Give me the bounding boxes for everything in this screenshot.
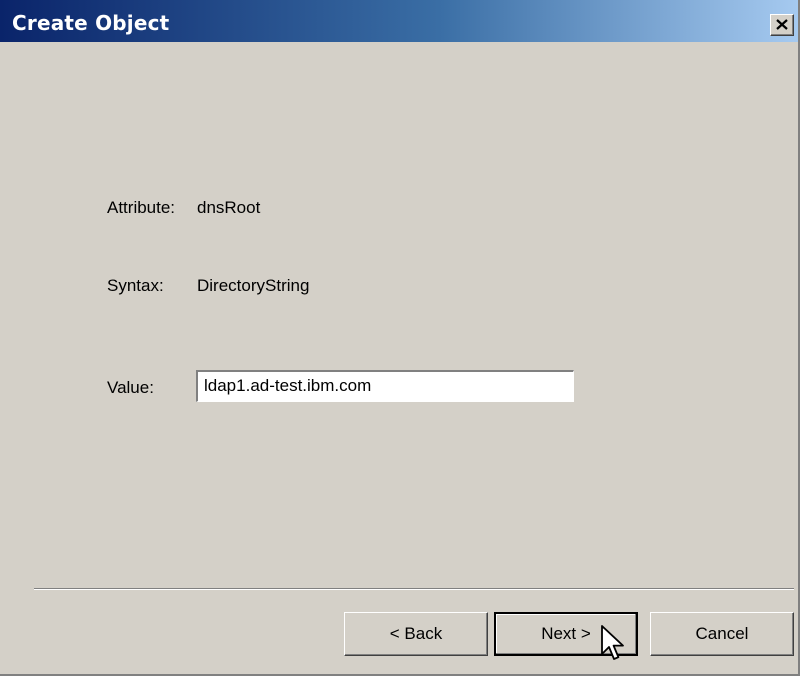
attribute-label: Attribute: <box>107 198 176 217</box>
cancel-button[interactable]: Cancel <box>650 612 794 656</box>
back-button[interactable]: < Back <box>344 612 488 656</box>
close-button[interactable] <box>770 14 794 36</box>
close-icon <box>776 19 788 30</box>
syntax-value: DirectoryString <box>197 276 310 295</box>
window-title: Create Object <box>12 11 170 35</box>
value-field[interactable]: ldap1.ad-test.ibm.com <box>196 370 574 402</box>
button-separator <box>34 588 794 590</box>
mouse-pointer-icon <box>601 625 624 660</box>
attribute-value: dnsRoot <box>197 198 261 217</box>
syntax-label: Syntax: <box>107 276 164 295</box>
value-label: Value: <box>107 378 154 397</box>
create-object-dialog: Create Object Attribute: dnsRoot Syntax:… <box>0 0 800 676</box>
title-bar[interactable]: Create Object <box>0 0 798 42</box>
